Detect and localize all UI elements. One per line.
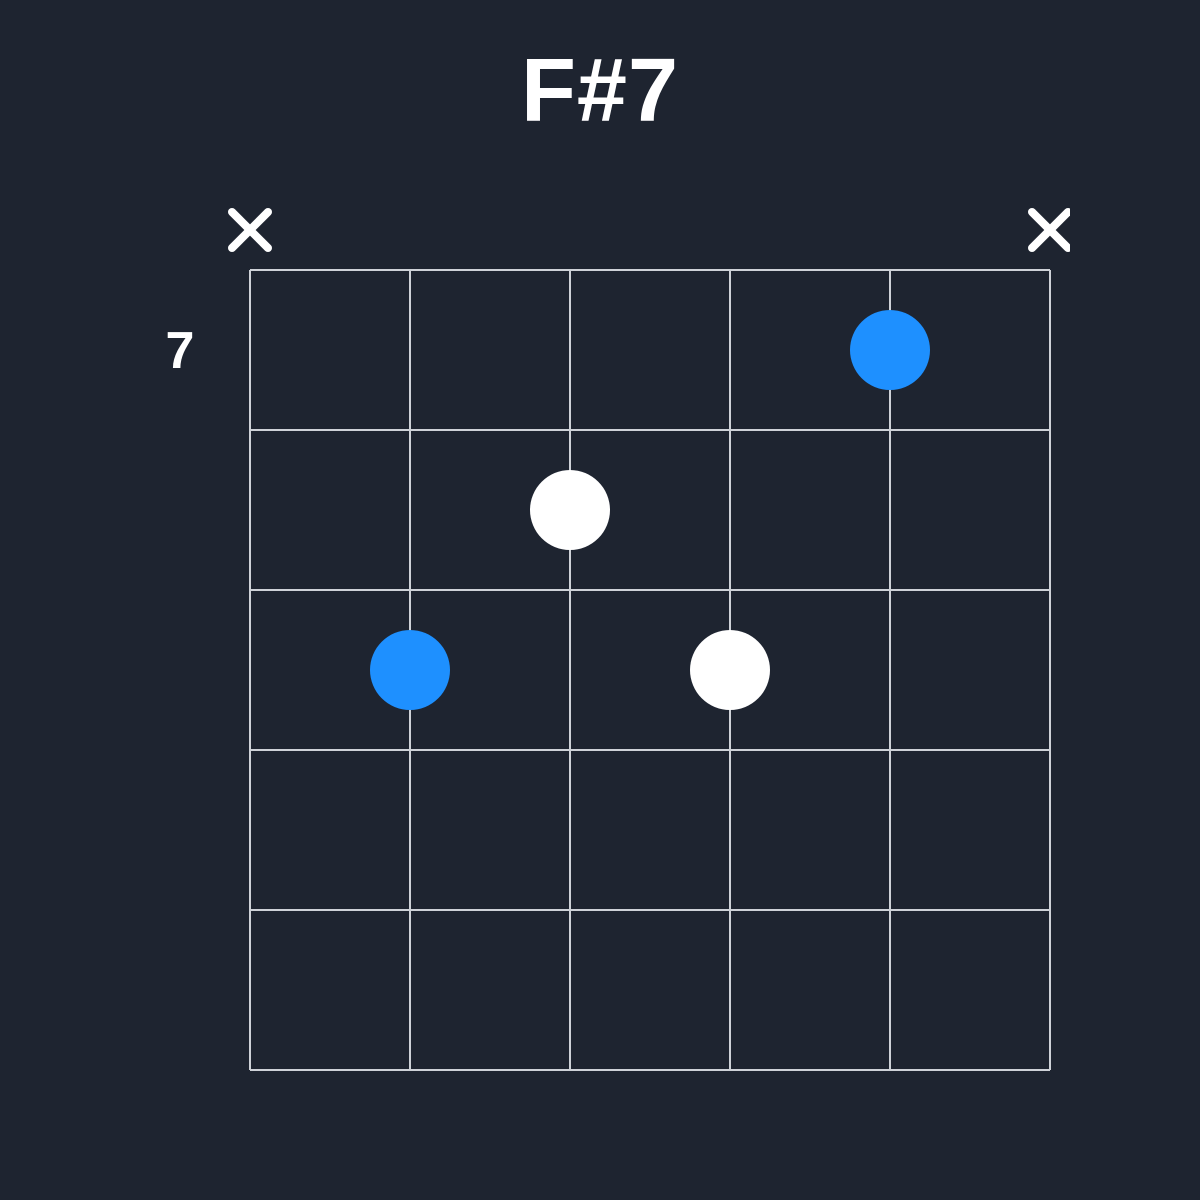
chord-diagram-svg: 7: [130, 170, 1070, 1170]
finger-dot: [530, 470, 610, 550]
start-fret-label: 7: [166, 322, 195, 380]
finger-dot: [690, 630, 770, 710]
finger-dot: [370, 630, 450, 710]
finger-dot: [850, 310, 930, 390]
chord-diagram-container: F#7 7: [0, 0, 1200, 1200]
chord-name-title: F#7: [0, 40, 1200, 143]
mute-icon: [232, 212, 268, 248]
mute-icon: [1032, 212, 1068, 248]
chord-diagram: 7: [130, 170, 1070, 1170]
